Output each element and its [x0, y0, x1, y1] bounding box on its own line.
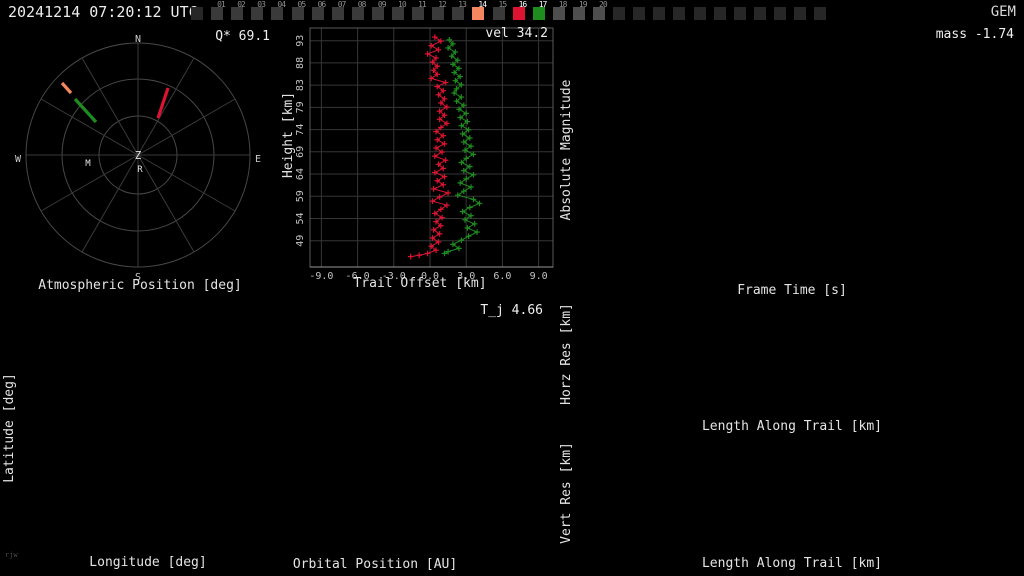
magnitude-ylabel: Absolute Magnitude [559, 79, 574, 221]
station-box-15[interactable]: 15 [492, 0, 507, 20]
station-box-empty [653, 7, 666, 20]
q-value: Q* 69.1 [215, 29, 270, 44]
map-ylabel: Latitude [deg] [2, 373, 17, 483]
station-box-05[interactable]: 05 [291, 0, 306, 20]
compass-label: W [15, 154, 22, 165]
station-box-04[interactable]: 04 [271, 0, 286, 20]
station-box-label: 03 [257, 0, 266, 9]
map-xlabel: Longitude [deg] [89, 555, 207, 570]
zenith-label: Z [135, 149, 142, 162]
plot-frame [309, 27, 554, 268]
station-box-empty [191, 7, 203, 20]
series-line [410, 36, 450, 258]
station-box-empty [613, 7, 626, 20]
atmospheric-position-chart: NESW ZMR [15, 34, 261, 283]
station-box-empty [633, 7, 646, 20]
polar-spoke [40, 98, 139, 156]
trail-offset-chart: -9.0 -6.0 -3.0 0.0 3.0 6.0 9.09388837974696459… [295, 27, 554, 282]
station-box-18[interactable]: 18 [552, 0, 567, 20]
station-box-16[interactable]: 16 [512, 0, 527, 20]
station-box-label: 15 [498, 0, 508, 9]
station-box-label: 08 [357, 0, 367, 9]
watermark: rjw [5, 551, 18, 559]
station-box-13[interactable]: 13 [452, 0, 467, 20]
station-box-label: 04 [277, 0, 286, 9]
station-box-empty [733, 7, 746, 20]
atmospheric-xlabel: Atmospheric Position [deg] [38, 278, 242, 293]
polar-spoke [137, 98, 236, 156]
station-box-02[interactable]: 02 [231, 0, 246, 20]
meteor-streak-station-14 [60, 81, 73, 95]
station-box-19[interactable]: 19 [572, 0, 587, 20]
polar-spoke [137, 154, 236, 212]
polar-spoke [81, 57, 139, 156]
station-box-empty [814, 7, 827, 20]
trail-xlabel: Trail Offset [km] [353, 276, 487, 291]
station-box-03[interactable]: 03 [251, 0, 266, 20]
station-box-label: 16 [518, 0, 528, 9]
station-box-empty [693, 7, 706, 20]
station-box-07[interactable]: 07 [331, 0, 346, 20]
station-box-14[interactable]: 14 [472, 0, 487, 20]
station-box-empty [713, 7, 726, 20]
station-box-label: 05 [297, 0, 307, 9]
station-box-empty [794, 7, 806, 20]
app-window: 20241214 07:20:12 UTC 01 02 03 04 05 06 07 08 09… [0, 0, 1024, 576]
ground-map-chart [0, 295, 280, 576]
orbit-xlabel: Orbital Position [AU] [292, 557, 458, 572]
station-box-label: 19 [578, 0, 588, 9]
station-box-20[interactable]: 20 [593, 0, 608, 20]
vert-residuals-chart [560, 430, 1024, 576]
station-box-label: 02 [237, 0, 246, 9]
orbital-position-chart [280, 295, 560, 576]
station-box-label: 20 [599, 0, 608, 9]
velocity-value: vel 34.2 [485, 26, 548, 41]
station-box-01[interactable]: 01 [211, 0, 226, 20]
station-box-label: 13 [458, 0, 467, 9]
trail-ylabel: Height [km] [281, 91, 296, 179]
station-box-empty [773, 7, 786, 20]
mass-value: mass -1.74 [935, 27, 1014, 42]
point-label-R: R [137, 165, 143, 175]
station-box-10[interactable]: 10 [392, 0, 407, 20]
station-box-empty [753, 7, 766, 20]
y-tick-label: 49 [295, 235, 306, 247]
point-label-M: M [85, 159, 91, 169]
compass-label: E [255, 154, 261, 165]
station-box-empty [673, 7, 686, 20]
shower-code: GEM [990, 4, 1016, 20]
station-box-label: 06 [317, 0, 327, 9]
station-strip: 01 02 03 04 05 06 07 08 09 10 11 12 13 14 15 16 17 18 19 20 [0, 0, 1024, 22]
station-box-label: 12 [438, 0, 447, 9]
tisserand-value: T_j 4.66 [480, 303, 543, 318]
meteor-streak-station-17 [73, 97, 98, 124]
station-box-17[interactable]: 17 [532, 0, 547, 20]
station-box-09[interactable]: 09 [371, 0, 386, 20]
station-box-06[interactable]: 06 [311, 0, 326, 20]
vert-ylabel: Vert Res [km] [559, 442, 574, 544]
series-group [407, 34, 483, 260]
meteor-streak-station-16 [156, 87, 170, 119]
station-box-label: 10 [398, 0, 407, 9]
station-box-08[interactable]: 08 [351, 0, 366, 20]
station-box-label: 17 [538, 0, 548, 9]
polar-spoke [81, 154, 139, 253]
station-box-12[interactable]: 12 [432, 0, 447, 20]
station-box-11[interactable]: 11 [412, 0, 427, 20]
vert-xlabel: Length Along Trail [km] [701, 556, 882, 571]
station-box-label: 09 [377, 0, 387, 9]
station-box-label: 07 [337, 0, 347, 9]
station-box-label: 01 [217, 0, 226, 9]
station-box-label: 11 [418, 0, 427, 9]
station-box-label: 14 [478, 0, 487, 9]
polar-spoke [137, 57, 195, 156]
station-box-label: 18 [558, 0, 568, 9]
polar-spoke [137, 154, 195, 253]
magnitude-chart [560, 22, 1024, 295]
